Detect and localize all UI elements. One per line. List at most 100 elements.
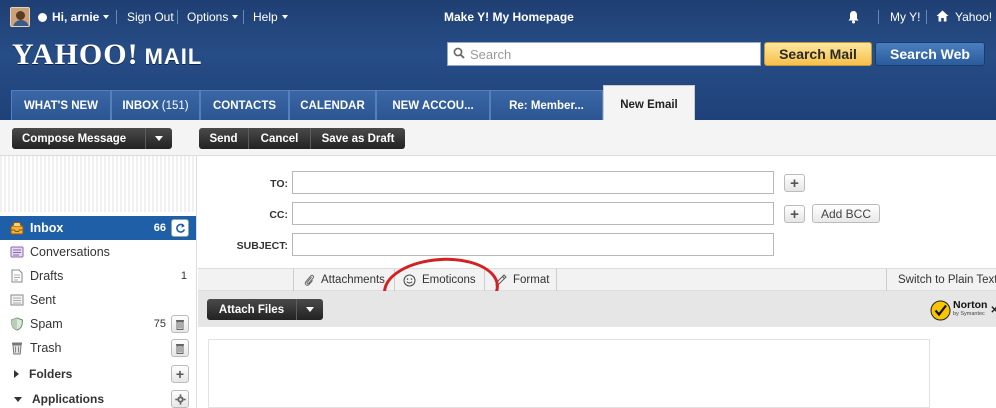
search-mail-button[interactable]: Search Mail xyxy=(764,42,872,66)
sidebar-item-trash[interactable]: Trash xyxy=(0,336,196,360)
close-icon[interactable]: ✕ xyxy=(990,305,996,316)
sidebar-item-sent[interactable]: Sent xyxy=(0,288,196,312)
folders-section[interactable]: Folders + xyxy=(0,362,196,386)
plus-icon: + xyxy=(790,205,799,223)
options-label: Options xyxy=(187,10,229,24)
logo-text: YAHOO! xyxy=(12,38,139,71)
yahoo-mail-logo[interactable]: YAHOO! MAIL xyxy=(12,38,202,72)
sidebar-pattern xyxy=(0,156,196,212)
send-button[interactable]: Send xyxy=(199,128,249,149)
applications-section[interactable]: Applications xyxy=(0,387,196,408)
add-recipient-button[interactable]: + xyxy=(784,174,805,192)
chevron-down-icon xyxy=(103,15,110,19)
sidebar-item-label: Sent xyxy=(30,293,56,307)
format-label: Format xyxy=(513,274,550,286)
save-draft-button[interactable]: Save as Draft xyxy=(311,128,405,149)
sidebar-item-label: Conversations xyxy=(30,245,110,259)
inbox-count: (151) xyxy=(161,99,189,112)
to-field[interactable] xyxy=(292,171,774,194)
yahoo-header: Hi, arnie Sign Out Options Help Make Y! … xyxy=(0,0,996,120)
divider xyxy=(243,10,244,24)
tab-new-account[interactable]: NEW ACCOU... xyxy=(376,90,490,120)
sidebar-item-label: Inbox xyxy=(30,221,64,235)
compose-dropdown[interactable] xyxy=(146,128,172,149)
empty-trash-button[interactable] xyxy=(171,339,189,357)
logo-mail-text: MAIL xyxy=(144,44,203,69)
yahoo-home-link[interactable]: Yahoo! xyxy=(955,10,992,24)
cc-field[interactable] xyxy=(292,202,774,225)
help-label: Help xyxy=(253,10,278,24)
message-body-editor[interactable] xyxy=(208,339,930,408)
sent-icon xyxy=(10,294,24,306)
refresh-button[interactable] xyxy=(171,219,189,237)
subject-label: SUBJECT: xyxy=(236,240,288,252)
sidebar-item-inbox[interactable]: Inbox 66 xyxy=(0,216,196,240)
plain-text-label: Switch to Plain Text xyxy=(898,274,996,286)
compose-label: Compose Message xyxy=(12,128,146,149)
tab-whats-new[interactable]: WHAT'S NEW xyxy=(11,90,111,120)
attachments-tab[interactable]: Attachments xyxy=(293,269,389,291)
tab-new-email[interactable]: New Email xyxy=(603,85,695,120)
emoticons-label: Emoticons xyxy=(422,274,476,286)
search-icon xyxy=(453,47,465,59)
sidebar-item-spam[interactable]: Spam 75 xyxy=(0,312,196,336)
pen-icon xyxy=(495,274,507,286)
my-yahoo-link[interactable]: My Y! xyxy=(890,10,920,24)
empty-spam-button[interactable] xyxy=(171,315,189,333)
tab-label: CALENDAR xyxy=(300,99,365,112)
switch-plain-text-link[interactable]: Switch to Plain Text xyxy=(886,269,996,291)
make-homepage-link[interactable]: Make Y! My Homepage xyxy=(444,10,574,24)
sidebar-item-label: Spam xyxy=(30,317,63,331)
tab-label: WHAT'S NEW xyxy=(23,99,99,112)
attach-dropdown[interactable] xyxy=(297,299,323,320)
user-greeting: Hi, arnie xyxy=(52,10,100,24)
help-menu[interactable]: Help xyxy=(253,10,288,24)
add-folder-button[interactable]: + xyxy=(171,365,189,383)
add-cc-button[interactable]: + xyxy=(784,205,805,223)
attach-files-button[interactable]: Attach Files xyxy=(207,299,323,320)
tab-calendar[interactable]: CALENDAR xyxy=(289,90,376,120)
status-dot-icon xyxy=(38,13,47,22)
attach-files-label: Attach Files xyxy=(207,299,297,320)
smiley-icon xyxy=(403,274,416,286)
main-tabs: WHAT'S NEW INBOX (151) CONTACTS CALENDAR … xyxy=(11,85,695,120)
applications-label: Applications xyxy=(32,392,105,406)
norton-sub: by Symantec xyxy=(953,311,985,317)
sidebar-item-label: Trash xyxy=(30,341,62,355)
tab-inbox[interactable]: INBOX (151) xyxy=(111,90,200,120)
sidebar-item-conversations[interactable]: Conversations xyxy=(0,240,196,264)
avatar[interactable] xyxy=(10,7,30,27)
norton-badge[interactable]: Norton by Symantec ✕ xyxy=(930,299,996,321)
compose-message-button[interactable]: Compose Message xyxy=(12,128,172,149)
drafts-count: 1 xyxy=(180,270,187,282)
search-input[interactable] xyxy=(447,42,761,66)
tab-contacts[interactable]: CONTACTS xyxy=(200,90,289,120)
tab-label: New Email xyxy=(620,99,678,111)
norton-brand: Norton xyxy=(953,299,988,311)
attachments-label: Attachments xyxy=(321,274,385,286)
emoticons-tab[interactable]: Emoticons xyxy=(394,269,483,291)
cancel-button[interactable]: Cancel xyxy=(249,128,311,149)
compose-toolbar: Compose Message Send Cancel Save as Draf… xyxy=(0,120,996,156)
search-web-button[interactable]: Search Web xyxy=(875,42,985,66)
chevron-down-icon xyxy=(14,396,22,402)
sidebar-item-drafts[interactable]: Drafts 1 xyxy=(0,264,196,288)
applications-settings-button[interactable] xyxy=(171,390,189,408)
plus-icon: + xyxy=(175,366,185,382)
send-actions: Send Cancel Save as Draft xyxy=(199,128,405,149)
options-menu[interactable]: Options xyxy=(187,10,239,24)
user-menu[interactable]: Hi, arnie xyxy=(38,10,110,24)
trash-icon xyxy=(176,343,184,354)
chevron-down-icon xyxy=(306,307,314,312)
drafts-icon xyxy=(11,269,23,283)
format-tab[interactable]: Format xyxy=(484,269,557,291)
chevron-down-icon xyxy=(155,136,163,141)
add-bcc-button[interactable]: Add BCC xyxy=(812,204,880,223)
subject-field[interactable] xyxy=(292,233,774,256)
bell-icon[interactable] xyxy=(847,10,860,24)
tab-re-member[interactable]: Re: Member... xyxy=(490,90,603,120)
sign-out-link[interactable]: Sign Out xyxy=(127,10,174,24)
tab-label: Re: Member... xyxy=(509,99,584,112)
trash-icon xyxy=(176,319,184,330)
chevron-right-icon xyxy=(14,370,19,378)
